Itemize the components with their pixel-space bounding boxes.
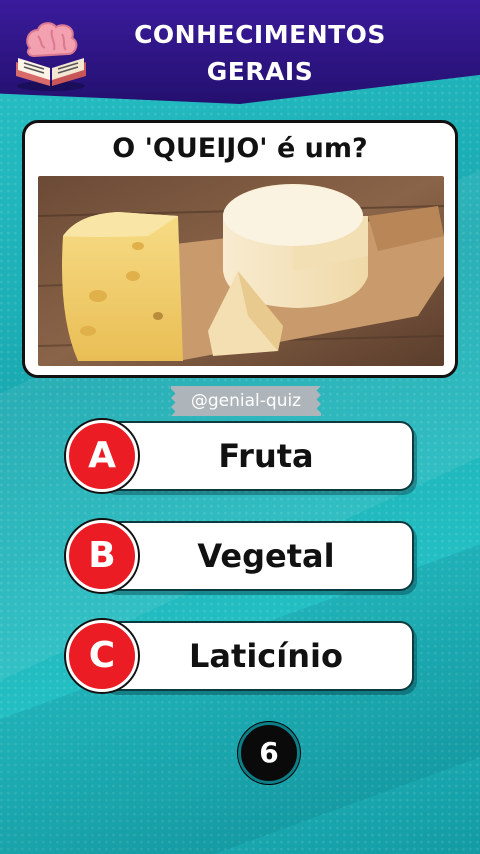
option-b-label: Vegetal	[197, 537, 335, 575]
title-line-2: GERAIS	[206, 57, 314, 86]
option-b-badge: B	[66, 520, 138, 592]
countdown-timer: 6	[238, 722, 300, 784]
option-c-label: Laticínio	[189, 637, 343, 675]
option-a-button[interactable]: Fruta A	[66, 420, 416, 492]
option-b-button[interactable]: Vegetal B	[66, 520, 416, 592]
option-c-badge: C	[66, 620, 138, 692]
title-line-1: CONHECIMENTOS	[134, 20, 386, 49]
cheese-photo	[38, 176, 444, 366]
page-title: CONHECIMENTOS GERAIS	[100, 16, 420, 90]
question-text: O 'QUEIJO' é um?	[112, 133, 368, 164]
watermark-tag: @genial-quiz	[171, 386, 321, 416]
option-c-button[interactable]: Laticínio C	[66, 620, 416, 692]
option-a-label: Fruta	[218, 437, 314, 475]
option-a-badge: A	[66, 420, 138, 492]
brain-book-icon	[16, 22, 86, 91]
question-card: O 'QUEIJO' é um?	[22, 120, 458, 378]
